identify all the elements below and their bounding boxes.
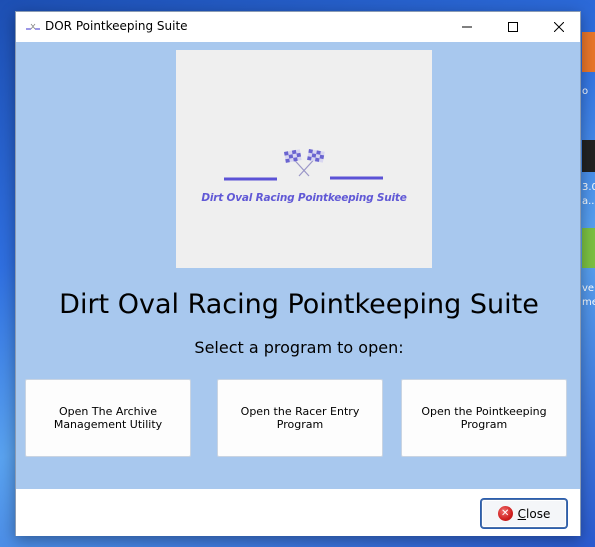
close-button-label: Close <box>518 507 551 521</box>
desktop-label-5: me <box>582 297 595 308</box>
checkered-flags-icon <box>224 149 383 181</box>
close-circle-icon: ✕ <box>497 506 513 521</box>
window-title: DOR Pointkeeping Suite <box>45 19 188 33</box>
desktop-icon-dark[interactable] <box>582 140 595 172</box>
open-pointkeeping-button[interactable]: Open the Pointkeeping Program <box>401 379 567 457</box>
desktop-icon-green[interactable] <box>582 228 595 268</box>
close-button[interactable]: ✕ Close <box>481 499 567 528</box>
maximize-icon <box>508 22 518 32</box>
minimize-button[interactable] <box>444 12 490 42</box>
page-title: Dirt Oval Racing Pointkeeping Suite <box>59 289 539 320</box>
desktop-label-2: 3.0 <box>582 182 595 193</box>
open-archive-utility-button[interactable]: Open The Archive Management Utility <box>25 379 191 457</box>
open-racer-entry-button[interactable]: Open the Racer Entry Program <box>217 379 383 457</box>
desktop-icon-orange[interactable] <box>582 32 595 72</box>
logo-image: Dirt Oval Racing Pointkeeping Suite <box>176 50 432 268</box>
close-mnemonic: C <box>517 506 527 521</box>
close-icon <box>554 22 564 32</box>
maximize-button[interactable] <box>490 12 536 42</box>
desktop-label-1: o <box>582 86 589 97</box>
app-icon <box>26 23 40 30</box>
desktop-label-3: a... <box>582 196 595 207</box>
close-label-rest: lose <box>526 506 551 521</box>
minimize-icon <box>462 26 472 28</box>
window-close-button[interactable] <box>536 12 582 42</box>
page-subtitle: Select a program to open: <box>194 338 404 357</box>
desktop-background <box>580 0 595 547</box>
title-bar[interactable]: DOR Pointkeeping Suite <box>16 12 580 42</box>
logo-caption: Dirt Oval Racing Pointkeeping Suite <box>201 192 407 204</box>
app-window: DOR Pointkeeping Suite Dirt Oval Racing … <box>15 11 581 536</box>
dialog-footer: ✕ Close <box>16 489 580 536</box>
desktop-label-4: ver <box>582 283 595 294</box>
